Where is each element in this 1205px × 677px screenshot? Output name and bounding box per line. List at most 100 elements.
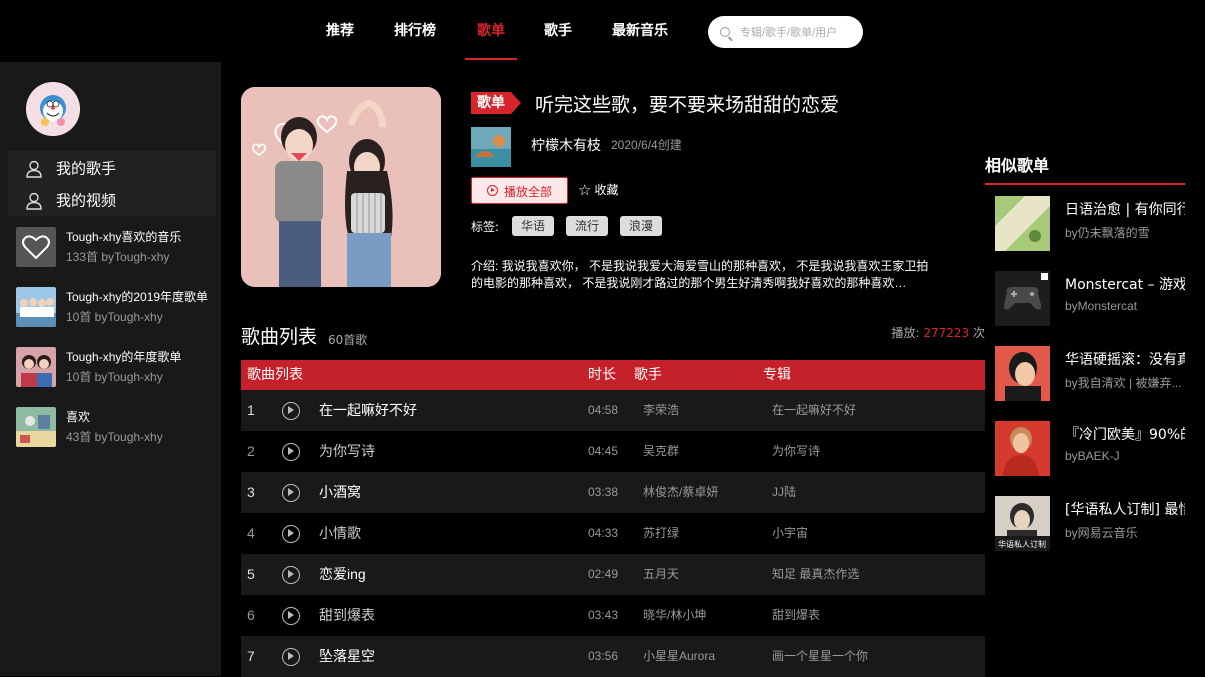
song-artist[interactable]: 苏打绿: [643, 513, 679, 554]
my-videos-label: 我的视频: [56, 191, 117, 210]
song-artist[interactable]: 晓华/林小坤: [643, 595, 706, 636]
sidebar-playlist-item[interactable]: Tough-xhy的年度歌单 10首 byTough-xhy: [16, 346, 216, 390]
search-box: [708, 16, 863, 50]
sidebar-playlist-item[interactable]: 喜欢 43首 byTough-xhy: [16, 406, 216, 450]
playlist-title: 听完这些歌，要不要来场甜甜的恋爱: [535, 94, 840, 116]
table-row[interactable]: 2 为你写诗 04:45 吴克群 为你写诗: [241, 431, 985, 472]
playlist-thumb: [16, 227, 56, 267]
song-index: 7: [247, 648, 255, 664]
nav-charts[interactable]: 排行榜: [394, 0, 436, 60]
tag-chip[interactable]: 浪漫: [620, 216, 663, 236]
song-artist[interactable]: 五月天: [643, 554, 679, 595]
playlist-meta: 43首 byTough-xhy: [66, 430, 163, 444]
playlist-name: Tough-xhy的2019年度歌单: [66, 290, 209, 304]
song-album[interactable]: 在一起嘛好不好: [772, 390, 856, 431]
nav-artists[interactable]: 歌手: [544, 0, 572, 60]
song-index: 4: [247, 525, 255, 541]
song-name[interactable]: 小情歌: [319, 513, 361, 554]
similar-creator: byBAEK-J: [1065, 449, 1120, 463]
song-album[interactable]: 为你写诗: [772, 431, 820, 472]
song-artist[interactable]: 李荣浩: [643, 390, 679, 431]
song-name[interactable]: 为你写诗: [319, 431, 375, 472]
song-table: 歌曲列表 时长 歌手 专辑 1 在一起嘛好不好 04:58 李荣浩 在一起嘛好不…: [241, 360, 985, 677]
search-input[interactable]: [738, 16, 860, 50]
similar-creator: by仍未飘落的雪: [1065, 226, 1150, 240]
playlist-description: 介绍: 我说我喜欢你， 不是我说我爱大海爱雪山的那种喜欢， 不是我说我喜欢王家卫…: [471, 259, 929, 290]
similar-playlist-item[interactable]: 日语治愈 | 有你同行 by仍未飘落的雪: [995, 196, 1185, 252]
song-name[interactable]: 在一起嘛好不好: [319, 390, 417, 431]
song-album[interactable]: 画一个星星一个你: [772, 636, 868, 677]
tag-chip[interactable]: 流行: [566, 216, 609, 236]
play-icon[interactable]: [282, 607, 300, 625]
song-album[interactable]: 小宇宙: [772, 513, 808, 554]
song-album[interactable]: 知足 最真杰作选: [772, 554, 859, 595]
play-icon[interactable]: [282, 648, 300, 666]
table-row[interactable]: 4 小情歌 04:33 苏打绿 小宇宙: [241, 513, 985, 554]
playlist-name: Tough-xhy喜欢的音乐: [66, 230, 182, 244]
similar-playlist-item[interactable]: 华语私人订制 [华语私人订制] 最惜 by网易云音乐: [995, 496, 1185, 552]
creator-avatar[interactable]: [471, 127, 511, 167]
top-nav-bar: 推荐 排行榜 歌单 歌手 最新音乐: [20, 0, 1205, 60]
created-date: 2020/6/4创建: [611, 138, 682, 152]
search-icon: [720, 27, 730, 37]
similar-name: Monstercat – 游戏: [1065, 277, 1185, 293]
song-duration: 03:43: [588, 608, 619, 622]
song-index: 2: [247, 443, 255, 459]
song-artist[interactable]: 小星星Aurora: [643, 636, 715, 677]
play-all-button[interactable]: 播放全部: [471, 177, 568, 204]
play-icon[interactable]: [282, 566, 300, 584]
play-count-unit: 次: [972, 326, 985, 340]
song-album[interactable]: JJ陆: [772, 472, 796, 513]
play-count: 播放: 277223 次: [891, 324, 985, 341]
song-name[interactable]: 恋爱ing: [319, 554, 366, 595]
nav-new-music[interactable]: 最新音乐: [612, 0, 668, 60]
sidebar-playlist-item[interactable]: Tough-xhy的2019年度歌单 10首 byTough-xhy: [16, 286, 216, 330]
song-artist[interactable]: 吴克群: [643, 431, 679, 472]
similar-creator: by我自清欢 | 被嫌弃...: [1065, 376, 1182, 390]
table-row[interactable]: 3 小酒窝 03:38 林俊杰/蔡卓妍 JJ陆: [241, 472, 985, 513]
song-artist[interactable]: 林俊杰/蔡卓妍: [643, 472, 718, 513]
song-name[interactable]: 坠落星空: [319, 636, 375, 677]
song-count: 60首歌: [328, 333, 368, 347]
playlist-name: 喜欢: [66, 410, 91, 424]
similar-thumb: [995, 421, 1050, 476]
similar-playlist-item[interactable]: 『冷门欧美』90%的 byBAEK-J: [995, 421, 1185, 477]
thumb-caption: 华语私人订制: [998, 539, 1046, 549]
song-duration: 04:33: [588, 526, 619, 540]
table-header: 歌曲列表 时长 歌手 专辑: [241, 360, 985, 390]
creator-name[interactable]: 柠檬木有枝: [531, 135, 601, 155]
playlist-thumb: [16, 347, 56, 387]
similar-creator: byMonstercat: [1065, 299, 1138, 313]
table-row[interactable]: 7 坠落星空 03:56 小星星Aurora 画一个星星一个你: [241, 636, 985, 677]
play-icon[interactable]: [282, 525, 300, 543]
sidebar-playlist-item[interactable]: Tough-xhy喜欢的音乐 133首 byTough-xhy: [16, 226, 216, 270]
play-all-label: 播放全部: [504, 185, 553, 199]
playlist-name: Tough-xhy的年度歌单: [66, 350, 182, 364]
my-artists-link[interactable]: 我的歌手: [26, 153, 116, 183]
play-icon[interactable]: [282, 402, 300, 420]
star-icon: ☆: [578, 181, 592, 199]
song-index: 3: [247, 484, 255, 500]
my-videos-link[interactable]: 我的视频: [26, 185, 116, 215]
table-row[interactable]: 6 甜到爆表 03:43 晓华/林小坤 甜到爆表: [241, 595, 985, 636]
nav-playlists[interactable]: 歌单: [465, 0, 517, 60]
similar-playlist-item[interactable]: Monstercat – 游戏 byMonstercat: [995, 271, 1185, 327]
song-name[interactable]: 小酒窝: [319, 472, 361, 513]
tag-chip[interactable]: 华语: [512, 216, 555, 236]
play-icon[interactable]: [282, 443, 300, 461]
collect-button[interactable]: ☆ 收藏: [578, 181, 618, 199]
song-name[interactable]: 甜到爆表: [319, 595, 375, 636]
user-icon: [26, 192, 42, 210]
similar-playlist-item[interactable]: 华语硬摇滚：没有真 by我自清欢 | 被嫌弃...: [995, 346, 1185, 402]
header-name: 歌曲列表: [247, 367, 303, 383]
table-row[interactable]: 1 在一起嘛好不好 04:58 李荣浩 在一起嘛好不好: [241, 390, 985, 431]
similar-thumb: [995, 271, 1050, 326]
play-count-value: 277223: [923, 326, 970, 340]
similar-thumb: 华语私人订制: [995, 496, 1050, 551]
avatar[interactable]: [26, 82, 80, 136]
song-album[interactable]: 甜到爆表: [772, 595, 820, 636]
play-icon[interactable]: [282, 484, 300, 502]
nav-recommend[interactable]: 推荐: [326, 0, 354, 60]
table-row[interactable]: 5 恋爱ing 02:49 五月天 知足 最真杰作选: [241, 554, 985, 595]
header-duration: 时长: [588, 367, 616, 383]
